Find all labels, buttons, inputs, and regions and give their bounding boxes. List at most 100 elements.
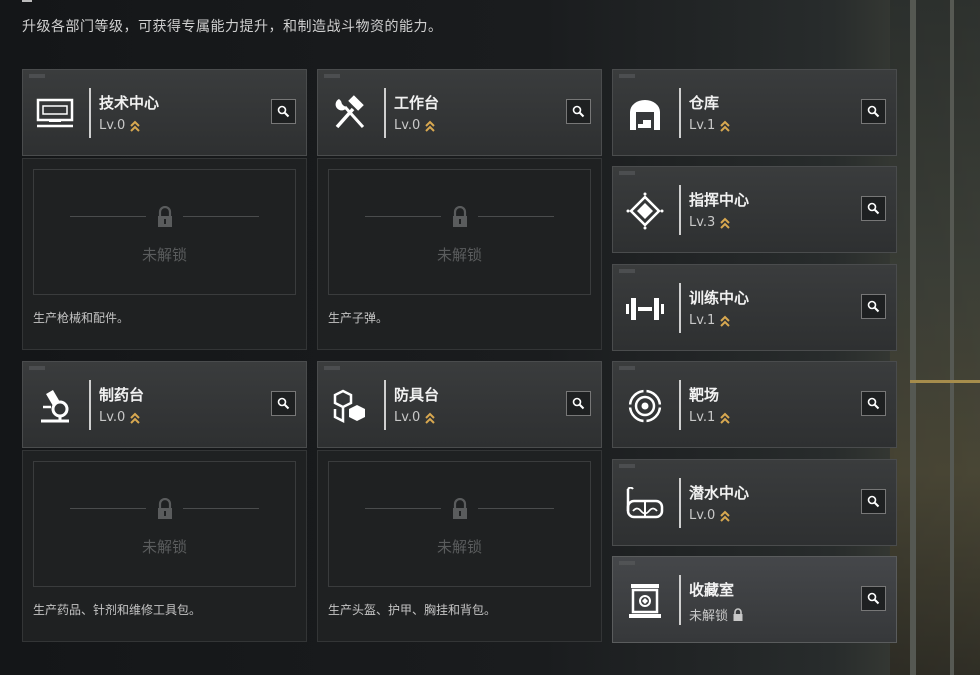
card-divider (679, 380, 681, 430)
upgrade-chevron-icon (720, 412, 731, 424)
dive-mask-icon (623, 482, 667, 526)
lock-line-right (183, 216, 259, 217)
card-divider (679, 185, 681, 235)
module-card-pharmacy[interactable]: 制药台 Lv.0 (22, 361, 307, 448)
lock-icon (452, 498, 467, 519)
module-panel-tech-center: 未解锁 生产枪械和配件。 (22, 158, 307, 350)
inspect-button[interactable] (861, 99, 886, 124)
lock-line-left (365, 508, 441, 509)
module-description: 生产枪械和配件。 (33, 311, 130, 325)
card-divider (384, 380, 386, 430)
locked-area: 未解锁 (328, 169, 591, 295)
card-tag (619, 74, 635, 78)
level-text: Lv.0 (689, 508, 716, 523)
locked-label: 未解锁 (436, 246, 482, 264)
upgrade-chevron-icon (720, 217, 731, 229)
card-divider (384, 88, 386, 138)
card-tag (619, 366, 635, 370)
search-icon (277, 397, 290, 410)
lock-line-right (183, 508, 259, 509)
level-text: Lv.0 (394, 118, 421, 133)
module-name: 仓库 (689, 94, 720, 112)
module-name: 训练中心 (689, 289, 750, 307)
card-tag (619, 561, 635, 565)
target-icon (623, 384, 667, 428)
module-description: 生产药品、针剂和维修工具包。 (33, 603, 202, 617)
card-divider (679, 283, 681, 333)
module-name: 制药台 (99, 386, 145, 404)
inspect-button[interactable] (566, 99, 591, 124)
card-tag (324, 74, 340, 78)
inspect-button[interactable] (861, 586, 886, 611)
level-text: Lv.1 (689, 118, 716, 133)
lock-line-left (365, 216, 441, 217)
lock-icon (157, 498, 172, 519)
card-divider (89, 380, 91, 430)
module-level: Lv.0 (99, 118, 141, 133)
command-icon (623, 189, 667, 233)
inspect-button[interactable] (271, 391, 296, 416)
module-level: Lv.1 (689, 313, 731, 328)
module-card-command-center[interactable]: 指挥中心 Lv.3 (612, 166, 897, 253)
inspect-button[interactable] (861, 391, 886, 416)
locked-label: 未解锁 (141, 538, 187, 556)
module-level: Lv.0 (689, 508, 731, 523)
upgrade-chevron-icon (130, 412, 141, 424)
module-name: 收藏室 (689, 581, 735, 599)
module-description: 生产子弹。 (328, 311, 389, 325)
inspect-button[interactable] (861, 294, 886, 319)
upgrade-chevron-icon (720, 510, 731, 522)
lock-icon (733, 607, 743, 621)
card-divider (679, 478, 681, 528)
card-divider (679, 88, 681, 138)
module-card-shooting-range[interactable]: 靶场 Lv.1 (612, 361, 897, 448)
module-panel-pharmacy: 未解锁 生产药品、针剂和维修工具包。 (22, 450, 307, 642)
inspect-button[interactable] (861, 196, 886, 221)
module-level: Lv.3 (689, 215, 731, 230)
card-divider (89, 88, 91, 138)
search-icon (867, 202, 880, 215)
upgrade-chevron-icon (425, 412, 436, 424)
search-icon (572, 105, 585, 118)
upgrade-chevron-icon (720, 120, 731, 132)
module-card-tech-center[interactable]: 技术中心 Lv.0 (22, 69, 307, 156)
header-accent (22, 0, 32, 2)
module-card-training-center[interactable]: 训练中心 Lv.1 (612, 264, 897, 351)
level-text: 未解锁 (689, 609, 729, 624)
module-name: 潜水中心 (689, 484, 750, 502)
module-level: Lv.1 (689, 118, 731, 133)
warehouse-icon (623, 92, 667, 136)
locked-label: 未解锁 (141, 246, 187, 264)
page-subtitle: 升级各部门等级，可获得专属能力提升，和制造战斗物资的能力。 (22, 19, 443, 35)
module-card-armor-bench[interactable]: 防具台 Lv.0 (317, 361, 602, 448)
module-card-workbench[interactable]: 工作台 Lv.0 (317, 69, 602, 156)
level-text: Lv.3 (689, 215, 716, 230)
module-level: Lv.1 (689, 410, 731, 425)
lock-icon (452, 206, 467, 227)
card-tag (619, 464, 635, 468)
card-tag (29, 74, 45, 78)
module-card-warehouse[interactable]: 仓库 Lv.1 (612, 69, 897, 156)
level-text: Lv.1 (689, 410, 716, 425)
card-tag (324, 366, 340, 370)
level-text: Lv.1 (689, 313, 716, 328)
module-level: Lv.0 (394, 118, 436, 133)
module-name: 指挥中心 (689, 191, 750, 209)
inspect-button[interactable] (566, 391, 591, 416)
module-card-diving-center[interactable]: 潜水中心 Lv.0 (612, 459, 897, 546)
lock-icon (157, 206, 172, 227)
lock-line-left (70, 508, 146, 509)
card-tag (29, 366, 45, 370)
inspect-button[interactable] (861, 489, 886, 514)
inspect-button[interactable] (271, 99, 296, 124)
search-icon (867, 105, 880, 118)
collection-icon (623, 579, 667, 623)
module-panel-workbench: 未解锁 生产子弹。 (317, 158, 602, 350)
search-icon (277, 105, 290, 118)
module-level: 未解锁 (689, 605, 744, 624)
card-tag (619, 171, 635, 175)
module-name: 防具台 (394, 386, 440, 404)
locked-label: 未解锁 (436, 538, 482, 556)
module-card-collection-room[interactable]: 收藏室 未解锁 (612, 556, 897, 643)
lock-line-right (478, 508, 554, 509)
